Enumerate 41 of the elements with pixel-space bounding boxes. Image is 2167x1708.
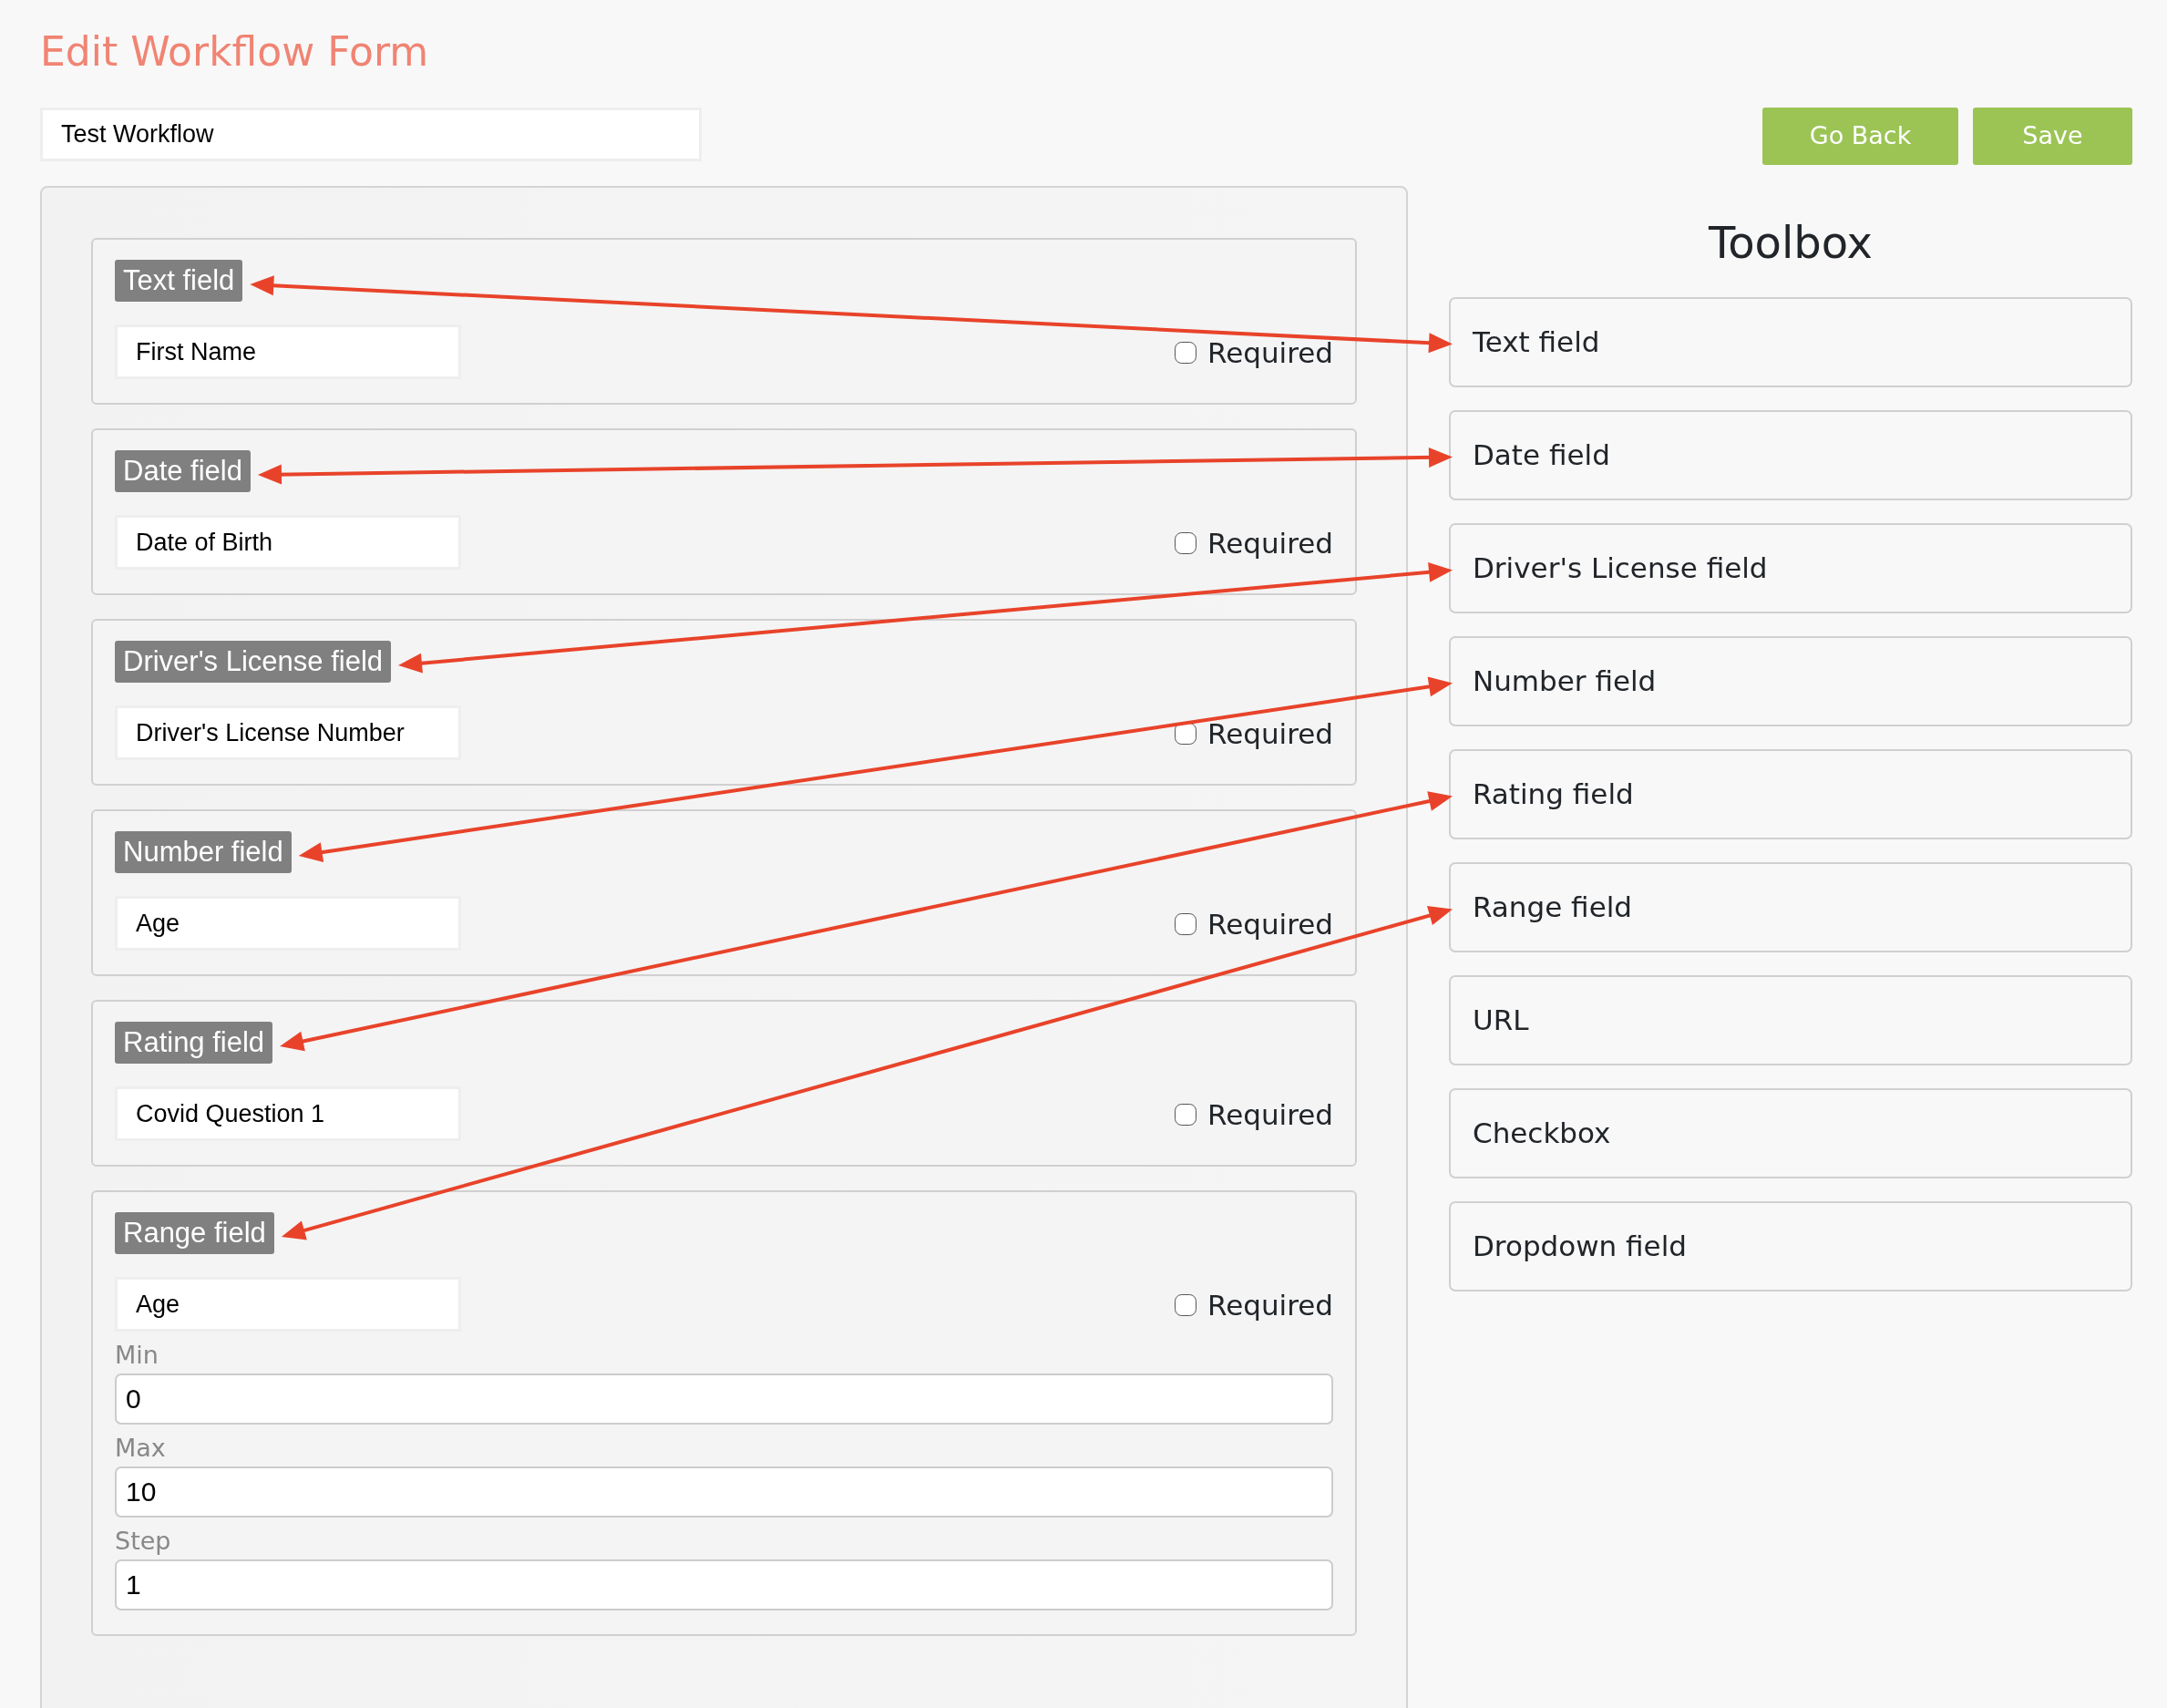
required-label: Required (1207, 1287, 1333, 1323)
toolbox-item[interactable]: URL (1449, 975, 2132, 1065)
toolbox-item[interactable]: Dropdown field (1449, 1201, 2132, 1291)
setting-input[interactable]: 0 (115, 1374, 1333, 1425)
toolbox-item[interactable]: Checkbox (1449, 1088, 2132, 1178)
toolbox-item[interactable]: Text field (1449, 297, 2132, 387)
required-checkbox[interactable] (1175, 341, 1196, 364)
field-name-input[interactable]: First Name (115, 324, 461, 379)
toolbox-item[interactable]: Driver's License field (1449, 523, 2132, 613)
page-title: Edit Workflow Form (40, 27, 430, 77)
field-type-label: Number field (115, 831, 292, 873)
required-label: Required (1207, 525, 1333, 561)
setting-input[interactable]: 1 (115, 1559, 1333, 1610)
field-type-label: Rating field (115, 1022, 273, 1064)
required-checkbox[interactable] (1175, 531, 1196, 554)
field-name-input[interactable]: Date of Birth (115, 515, 461, 570)
toolbox-item[interactable]: Rating field (1449, 749, 2132, 839)
setting-label: Step (115, 1526, 172, 1557)
required-checkbox[interactable] (1175, 1103, 1196, 1126)
field-name-input[interactable]: Age (115, 896, 461, 951)
required-label: Required (1207, 1096, 1333, 1133)
required-label: Required (1207, 715, 1333, 752)
setting-input[interactable]: 10 (115, 1466, 1333, 1518)
toolbox-item[interactable]: Number field (1449, 636, 2132, 726)
required-checkbox[interactable] (1175, 1293, 1196, 1316)
setting-label: Min (115, 1340, 159, 1371)
field-type-label: Range field (115, 1212, 274, 1254)
field-name-input[interactable]: Age (115, 1277, 461, 1332)
field-name-input[interactable]: Covid Question 1 (115, 1086, 461, 1141)
setting-label: Max (115, 1433, 167, 1464)
toolbox-item[interactable]: Date field (1449, 410, 2132, 500)
field-type-label: Driver's License field (115, 641, 392, 683)
field-name-input[interactable]: Driver's License Number (115, 705, 461, 760)
toolbox-title: Toolbox (1708, 216, 1874, 270)
field-type-label: Date field (115, 450, 251, 492)
required-label: Required (1207, 906, 1333, 942)
toolbox-item[interactable]: Range field (1449, 862, 2132, 952)
required-label: Required (1207, 334, 1333, 371)
field-type-label: Text field (115, 260, 243, 302)
workflow-name-field[interactable]: Test Workflow (40, 108, 702, 161)
required-checkbox[interactable] (1175, 912, 1196, 935)
